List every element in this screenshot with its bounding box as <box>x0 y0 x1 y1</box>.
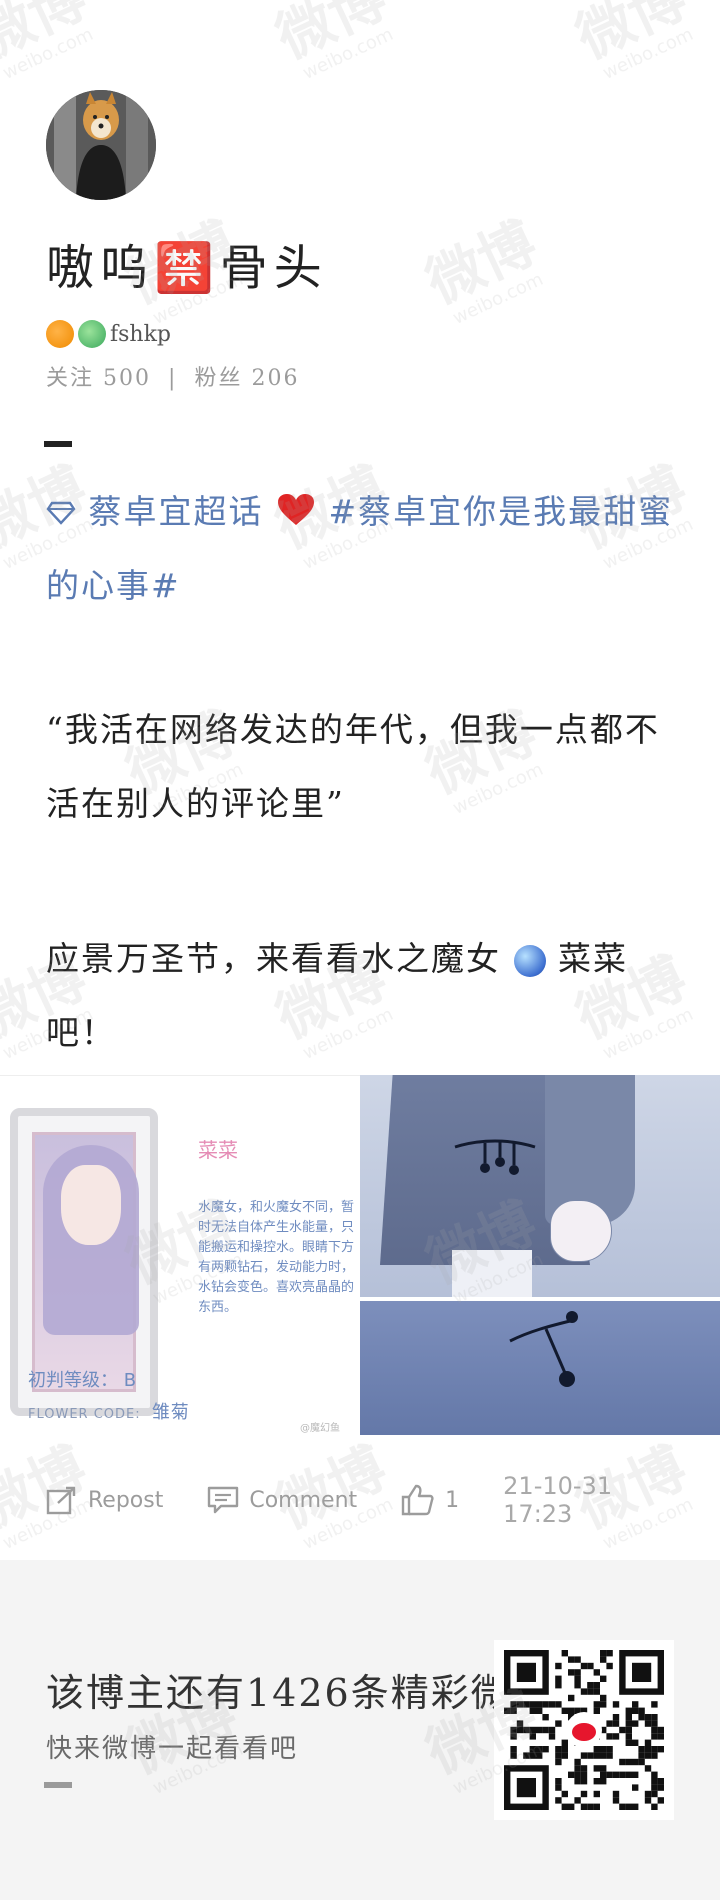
thumbs-up-icon <box>401 1484 434 1516</box>
followers-label: 粉丝 <box>194 366 243 391</box>
promo-banner: 该博主还有1426条精彩微博 快来微博一起看看吧 <box>0 1560 720 1900</box>
watermark-tile: 微博weibo.com <box>707 221 720 382</box>
post-timestamp: 21-10-31 17:23 <box>503 1472 613 1528</box>
post-text: 应景万圣节，来看看水之魔女 <box>46 939 501 978</box>
character-card-image[interactable]: 菜菜 水魔女，和火魔女不同，暂时无法自体产生水能量，只能搬运和操控水。眼睛下方有… <box>0 1075 360 1436</box>
post-action-bar: Repost Comment 1 21-10-31 17:23 <box>46 1470 676 1530</box>
display-name[interactable]: 嗷呜🈲骨头 <box>46 228 686 298</box>
character-description: 水魔女，和火魔女不同，暂时无法自体产生水能量，只能搬运和操控水。眼睛下方有两颗钻… <box>198 1200 355 1315</box>
repost-button[interactable]: Repost <box>46 1485 163 1515</box>
watermark-tile: 微博weibo.com <box>567 0 697 84</box>
handle-row[interactable]: fshkp <box>46 320 686 348</box>
avatar[interactable] <box>46 90 156 200</box>
character-name: 菜菜 <box>198 1138 238 1162</box>
profile-header: 嗷呜🈲骨头 fshkp 关注 500 | 粉丝 206 <box>46 90 686 392</box>
supertopic-link[interactable]: 蔡卓宜超话 <box>89 492 264 531</box>
post-paragraph: “我活在网络发达的年代，但我一点都不活在别人的评论里” <box>46 710 660 823</box>
watermark-tile: 微博weibo.com <box>707 711 720 872</box>
watermark-tile: 微博weibo.com <box>267 0 397 84</box>
promo-subtitle: 快来微博一起看看吧 <box>46 1734 299 1764</box>
stats-separator: | <box>168 366 178 391</box>
image-watermark: @魔幻鱼 <box>300 1423 340 1434</box>
follow-stats: 关注 500 | 粉丝 206 <box>46 360 686 392</box>
comment-button[interactable]: Comment <box>207 1485 357 1515</box>
qr-code[interactable] <box>494 1640 674 1820</box>
post-paragraph-2: 应景万圣节，来看看水之魔女 菜菜吧！ <box>46 922 686 1070</box>
charm-icon <box>454 1139 536 1175</box>
character-rank: 初判等级： B <box>28 1370 137 1391</box>
following-count: 500 <box>103 366 152 391</box>
promo-title: 该博主还有1426条精彩微博 <box>46 1671 551 1715</box>
following-label: 关注 <box>46 366 95 391</box>
watermark-tile: 微博weibo.com <box>0 0 97 84</box>
sick-face-emoji-icon <box>78 320 106 348</box>
like-button[interactable]: 1 <box>401 1484 459 1516</box>
post-tags: 蔡卓宜超话 #蔡卓宜你是我最甜蜜 的心事# <box>46 475 686 623</box>
repost-icon <box>46 1486 76 1515</box>
diamond-icon <box>46 492 89 531</box>
flower-code: FLOWER CODE: 雏菊 <box>28 1402 190 1423</box>
crystal-ball-emoji-icon <box>513 945 546 977</box>
charm-closeup-icon <box>509 1311 578 1387</box>
comment-label: Comment <box>249 1487 358 1513</box>
hashtag-link[interactable]: #蔡卓宜你是我最甜蜜 <box>329 492 674 531</box>
skirt-illustration-image[interactable] <box>360 1075 720 1297</box>
user-handle[interactable]: fshkp <box>110 322 171 347</box>
promo-divider <box>44 1782 72 1788</box>
qr-code-icon <box>504 1650 664 1810</box>
repost-label: Repost <box>88 1487 164 1513</box>
charm-closeup-image[interactable] <box>360 1301 720 1435</box>
heart-icon <box>276 492 329 531</box>
comment-icon <box>208 1486 239 1514</box>
section-divider <box>44 441 72 447</box>
followers-count: 206 <box>251 366 300 391</box>
hashtag-link-continued[interactable]: 的心事# <box>46 566 181 605</box>
post-images: 菜菜 水魔女，和火魔女不同，暂时无法自体产生水能量，只能搬运和操控水。眼睛下方有… <box>0 1075 720 1436</box>
like-count: 1 <box>445 1487 460 1513</box>
orange-emoji-icon <box>46 320 74 348</box>
